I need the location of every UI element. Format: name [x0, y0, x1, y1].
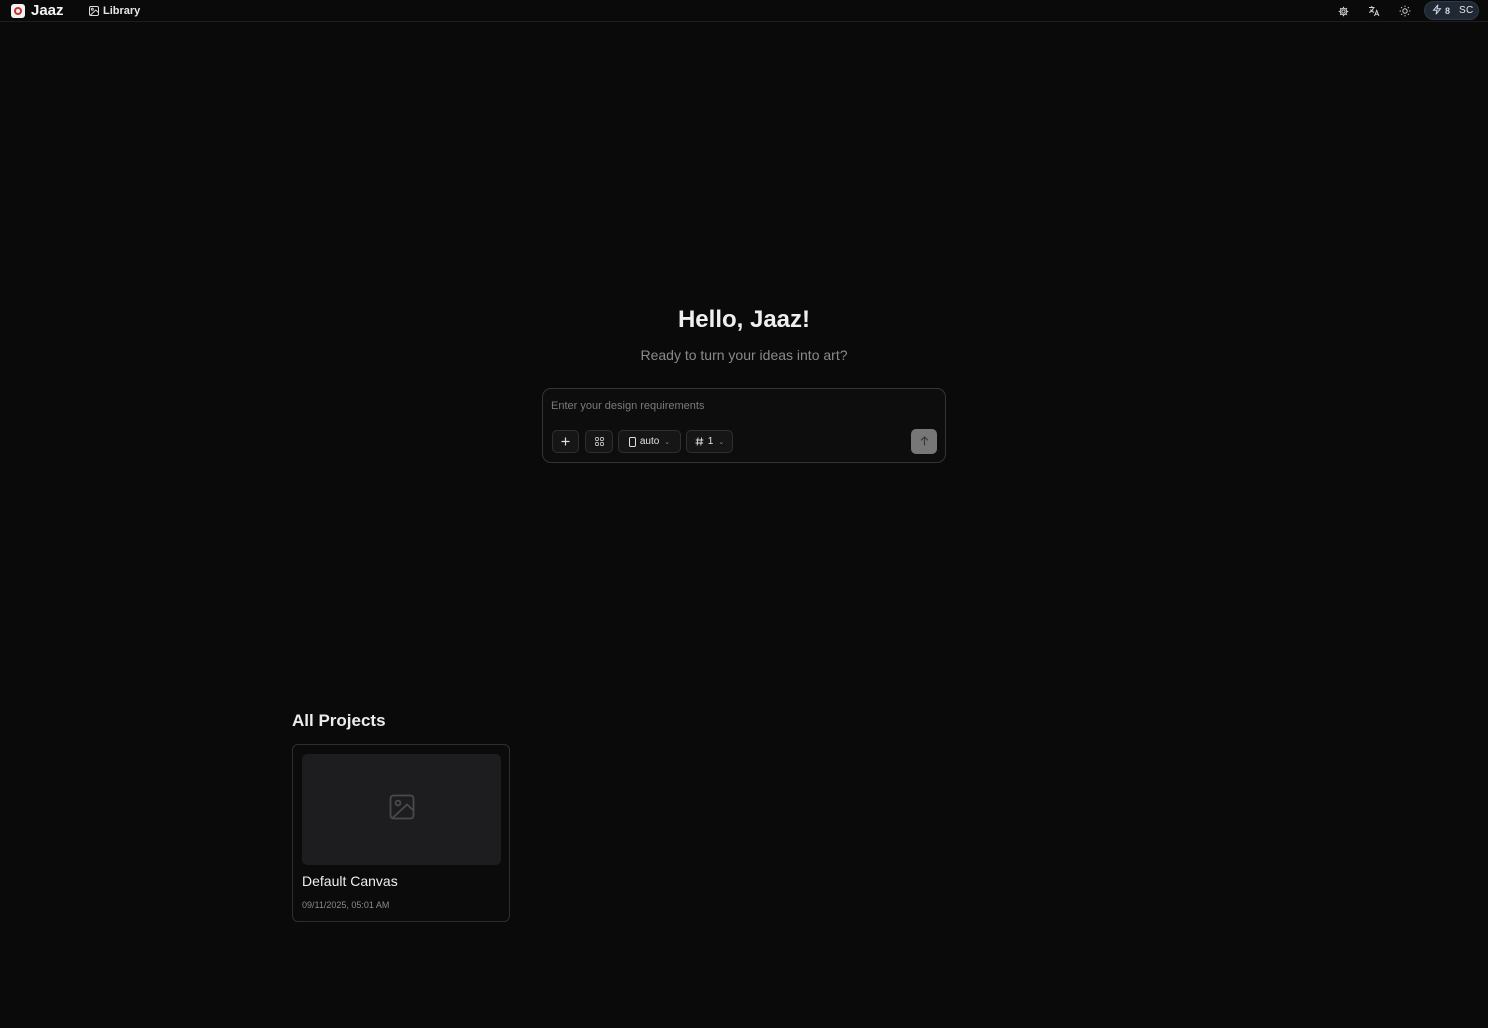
- library-nav-button[interactable]: Library: [89, 3, 140, 19]
- project-thumbnail: [302, 754, 501, 865]
- library-label: Library: [103, 5, 141, 17]
- project-card[interactable]: Default Canvas 09/11/2025, 05:01 AM: [292, 744, 510, 922]
- image-count-value: 1: [707, 436, 714, 447]
- credits-count: 8: [1445, 5, 1451, 16]
- top-bar: Jaaz Library 8 SC: [0, 0, 1488, 22]
- all-projects-heading: All Projects: [292, 711, 386, 730]
- credits-user-menu[interactable]: 8 SC: [1424, 1, 1479, 20]
- settings-button[interactable]: [1335, 3, 1351, 19]
- greeting-subtitle: Ready to turn your ideas into art?: [640, 347, 848, 363]
- theme-toggle-button[interactable]: [1397, 3, 1413, 19]
- theme-sun-icon: [1399, 5, 1411, 17]
- prompt-composer: auto ⌄ 1 ⌄: [542, 388, 946, 463]
- command-icon: [594, 437, 604, 446]
- aspect-ratio-select[interactable]: auto ⌄: [618, 430, 681, 453]
- image-icon: [89, 6, 99, 16]
- send-button[interactable]: [911, 429, 937, 454]
- avatar: SC: [1459, 5, 1474, 16]
- image-count-select[interactable]: 1 ⌄: [686, 430, 733, 453]
- settings-icon: [1338, 6, 1349, 17]
- lightning-icon: [1432, 2, 1442, 20]
- home-brand-link[interactable]: Jaaz: [11, 2, 64, 20]
- model-select-button[interactable]: [585, 430, 613, 453]
- chevron-down-icon: ⌄: [718, 438, 725, 446]
- language-button[interactable]: [1366, 3, 1382, 19]
- chevron-down-icon: ⌄: [664, 438, 671, 446]
- greeting-title: Hello, Jaaz!: [677, 306, 811, 333]
- hash-icon: [695, 437, 704, 446]
- aspect-ratio-value: auto: [639, 436, 660, 447]
- app-name: Jaaz: [31, 2, 64, 19]
- plus-icon: [561, 437, 570, 446]
- translate-icon: [1368, 5, 1380, 17]
- add-attachment-button[interactable]: [552, 430, 579, 453]
- image-placeholder-icon: [389, 794, 415, 825]
- jaaz-logo-icon: [11, 4, 25, 18]
- project-date: 09/11/2025, 05:01 AM: [302, 900, 390, 910]
- aspect-ratio-icon: [628, 436, 636, 447]
- arrow-up-icon: [920, 433, 929, 451]
- project-name: Default Canvas: [302, 873, 398, 889]
- design-requirements-input[interactable]: [551, 397, 931, 415]
